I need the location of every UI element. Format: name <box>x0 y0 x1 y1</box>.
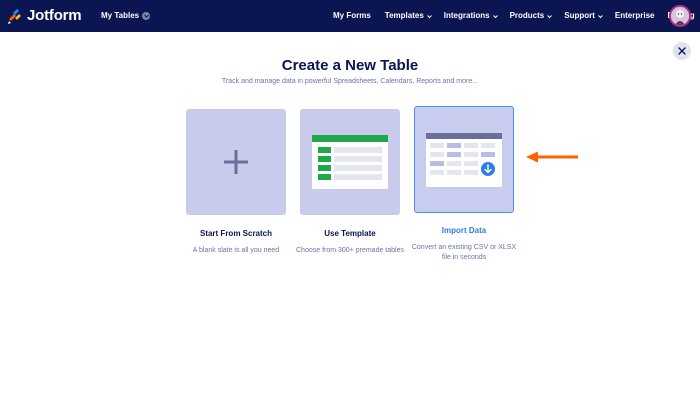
nav-item-products[interactable]: Products <box>510 10 553 22</box>
import-data-title[interactable]: Import Data <box>409 226 519 236</box>
use-template-card[interactable] <box>300 109 400 215</box>
chevron-down-icon <box>598 14 603 18</box>
start-from-scratch-description: A blank slate is all you need <box>192 247 280 254</box>
nav-item-templates[interactable]: Templates <box>385 10 432 22</box>
top-navigation-bar: Jotform My Tables My Forms Templates Integ… <box>0 0 700 32</box>
import-data-card[interactable] <box>414 106 514 213</box>
nav-item-integrations[interactable]: Integrations <box>444 10 498 22</box>
import-table-icon <box>426 132 502 187</box>
brand-name: Jotform <box>27 7 82 24</box>
user-avatar[interactable] <box>669 5 691 27</box>
chevron-down-icon <box>492 14 498 18</box>
arrow-left-icon <box>526 151 578 163</box>
page-title: Create a New Table <box>281 57 419 74</box>
import-data-description: Convert an existing CSV or XLSX file in … <box>411 244 517 261</box>
chevron-down-icon <box>426 14 432 18</box>
template-table-icon <box>312 135 388 189</box>
use-template-title[interactable]: Use Template <box>295 229 405 239</box>
jotform-logo-icon <box>8 9 21 24</box>
nav-item-label: Integrations <box>443 11 490 20</box>
close-icon <box>678 47 686 55</box>
nav-item-label: Support <box>564 11 595 20</box>
avatar-image <box>671 7 689 25</box>
nav-item-label: My Forms <box>333 11 371 20</box>
use-template-description: Choose from 300+ premade tables <box>296 247 404 254</box>
chevron-down-icon <box>142 12 151 20</box>
nav-item-label: Products <box>509 11 545 20</box>
plus-icon <box>224 150 248 174</box>
nav-item-label: Enterprise <box>614 11 655 20</box>
start-from-scratch-card[interactable] <box>186 109 286 215</box>
nav-item-label: Templates <box>384 11 424 20</box>
page-subtitle: Track and manage data in powerful Spread… <box>221 78 479 85</box>
nav-item-my-forms[interactable]: My Forms <box>333 10 371 22</box>
nav-item-enterprise[interactable]: Enterprise <box>615 10 655 22</box>
main-nav: My Forms Templates Integrations Products Sup… <box>333 10 695 22</box>
jotform-logo[interactable]: Jotform <box>8 7 82 25</box>
start-from-scratch-title[interactable]: Start From Scratch <box>181 229 291 239</box>
nav-item-support[interactable]: Support <box>564 10 603 22</box>
my-tables-label: My Tables <box>101 11 140 20</box>
my-tables-menu[interactable]: My Tables <box>101 10 151 22</box>
chevron-down-icon <box>547 14 553 18</box>
